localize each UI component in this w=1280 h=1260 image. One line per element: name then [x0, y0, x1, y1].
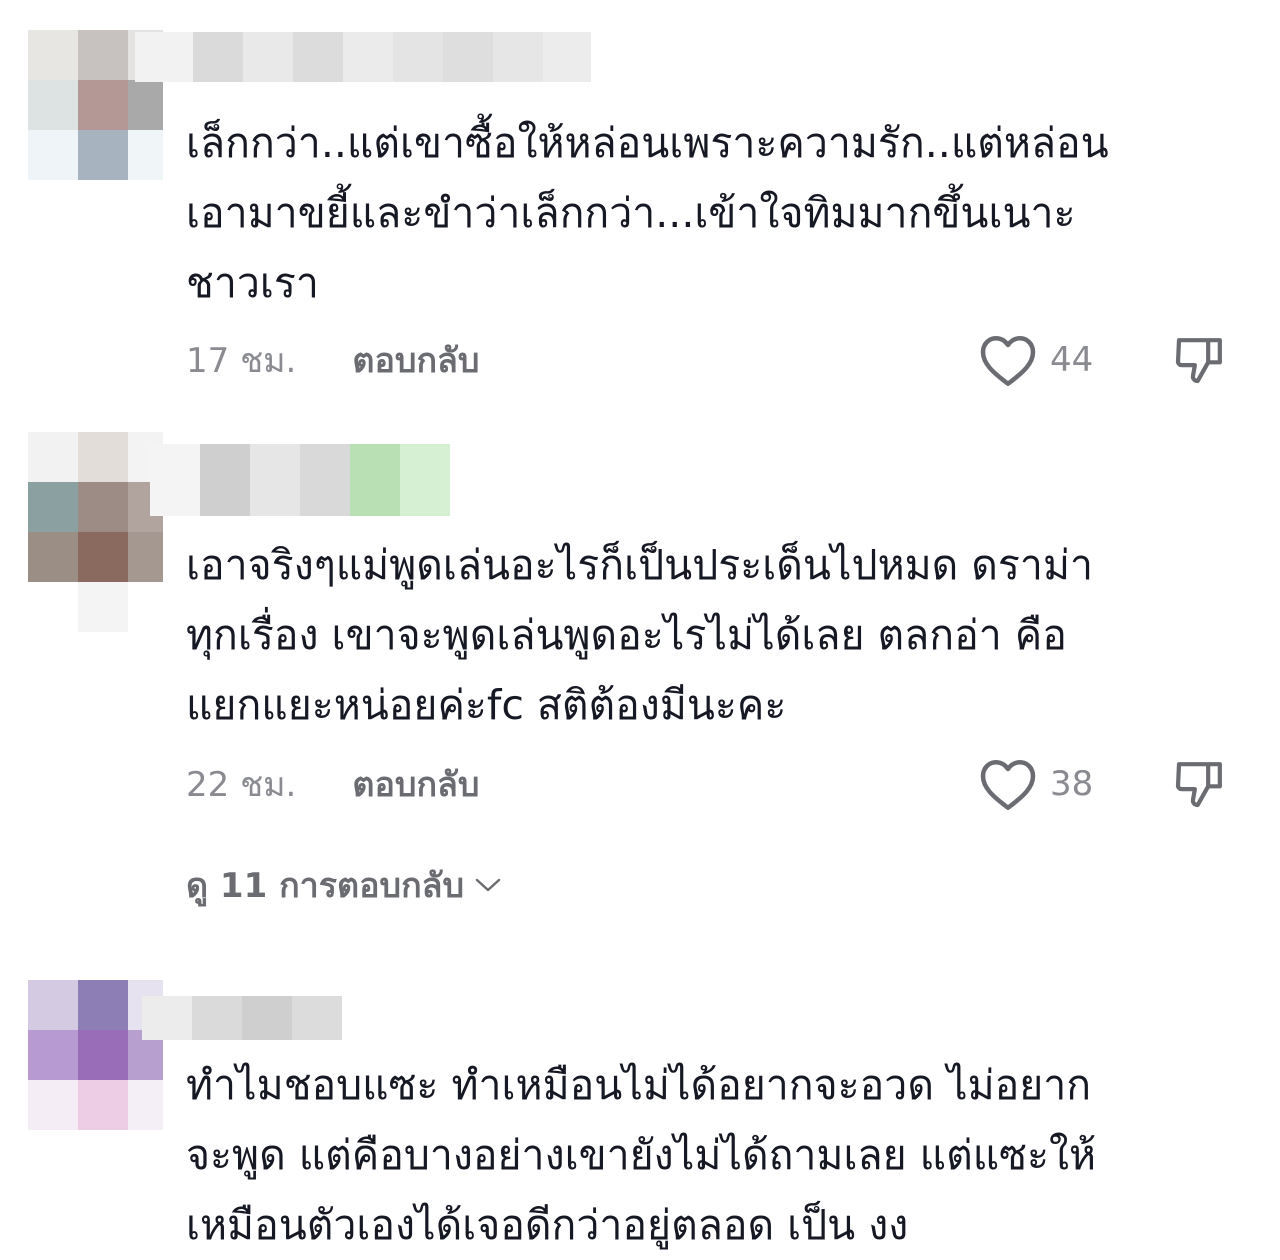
- dislike-button[interactable]: [1170, 754, 1230, 814]
- thumbs-down-icon: [1175, 762, 1222, 808]
- comment-text: ทำไมชอบแซะ ทำเหมือนไม่ได้อยากจะอวด ไม่อย…: [186, 1061, 1097, 1249]
- reply-button[interactable]: ตอบกลับ: [352, 333, 479, 387]
- comment-text: เอาจริงๆแม่พูดเล่นอะไรก็เป็นประเด็นไปหมด…: [186, 541, 1094, 729]
- avatar[interactable]: [28, 432, 163, 632]
- heart-outline-icon: [980, 336, 1036, 386]
- chevron-down-icon: [475, 878, 501, 892]
- username-blurred[interactable]: [150, 444, 450, 516]
- comment-meta: 22 ชม. ตอบกลับ 38: [186, 754, 1246, 814]
- reply-button[interactable]: ตอบกลับ: [352, 757, 479, 811]
- comment-text: เล็กกว่า..แต่เขาซื้อให้หล่อนเพราะความรัก…: [186, 119, 1109, 307]
- thumbs-down-icon: [1175, 338, 1222, 384]
- username-blurred[interactable]: [142, 996, 342, 1040]
- like-count: 38: [1050, 764, 1094, 804]
- like-button[interactable]: 38: [978, 754, 1093, 814]
- heart-outline-icon: [980, 760, 1036, 810]
- view-replies-label: ดู 11 การตอบกลับ: [186, 866, 465, 906]
- like-button[interactable]: 44: [978, 330, 1093, 390]
- dislike-button[interactable]: [1170, 330, 1230, 390]
- like-count: 44: [1050, 340, 1094, 380]
- comment-meta: 17 ชม. ตอบกลับ 44: [186, 330, 1246, 390]
- username-blurred[interactable]: [135, 32, 591, 82]
- view-replies-button[interactable]: ดู 11 การตอบกลับ: [186, 860, 502, 910]
- comment-time: 17 ชม.: [186, 341, 297, 381]
- comment-time: 22 ชม.: [186, 765, 297, 805]
